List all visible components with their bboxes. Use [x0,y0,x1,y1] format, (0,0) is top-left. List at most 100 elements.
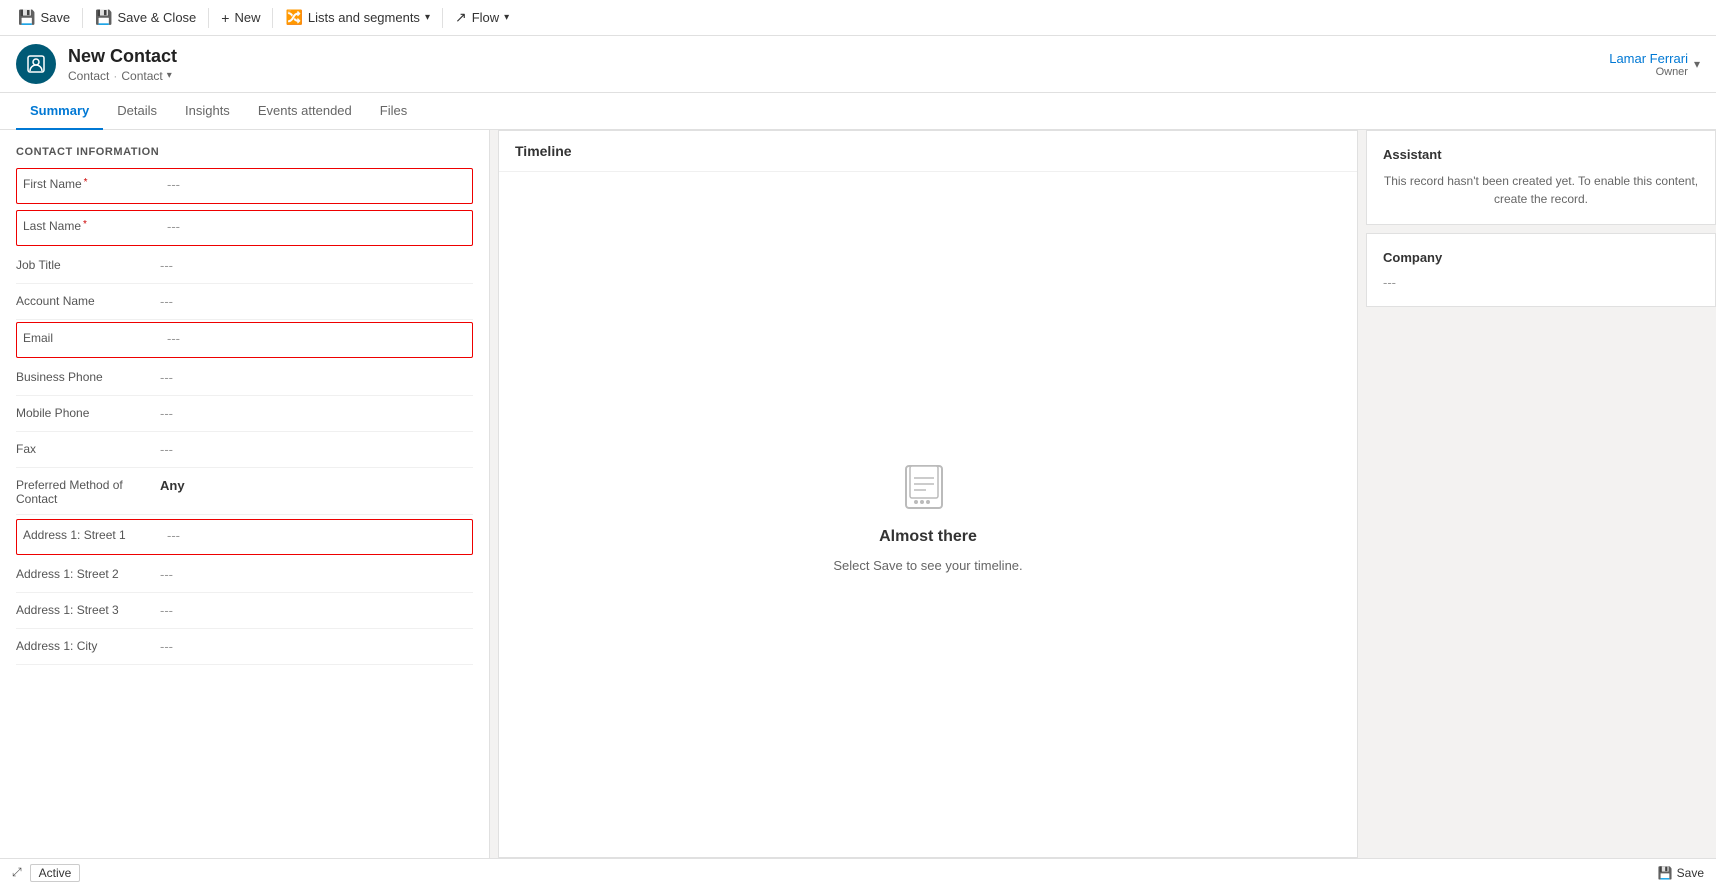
owner-name[interactable]: Lamar Ferrari [1609,51,1688,66]
company-card: Company --- [1366,233,1716,307]
lists-segments-button[interactable]: 🔀 Lists and segments ▾ [275,0,439,35]
company-title: Company [1383,250,1699,265]
contact-info-section-title: CONTACT INFORMATION [16,146,473,158]
right-panel: Assistant This record hasn't been create… [1366,130,1716,858]
status-save-icon: 💾 [1658,866,1673,880]
field-value-first-name[interactable]: --- [163,175,466,194]
tab-insights[interactable]: Insights [171,93,244,130]
breadcrumb-chevron-icon[interactable]: ▾ [167,70,172,81]
tab-files[interactable]: Files [366,93,421,130]
required-star-last-name: * [83,219,87,230]
field-row-job-title[interactable]: Job Title --- [16,248,473,284]
field-row-fax[interactable]: Fax --- [16,432,473,468]
field-label-address-street2: Address 1: Street 2 [16,565,156,581]
field-label-address-city: Address 1: City [16,637,156,653]
field-row-last-name[interactable]: Last Name * --- [16,210,473,246]
status-left: ⤢ Active [12,864,80,882]
field-value-job-title[interactable]: --- [156,256,473,275]
save-button[interactable]: 💾 Save [8,0,80,35]
field-label-preferred-contact: Preferred Method of Contact [16,476,156,506]
status-bar: ⤢ Active 💾 Save [0,858,1716,886]
required-star-first-name: * [84,177,88,188]
field-row-address-street3[interactable]: Address 1: Street 3 --- [16,593,473,629]
contact-icon-svg [25,53,47,75]
assistant-card: Assistant This record hasn't been create… [1366,130,1716,225]
field-value-preferred-contact[interactable]: Any [156,476,473,495]
field-value-address-street1[interactable]: --- [163,526,466,545]
divider1 [82,8,83,28]
field-row-address-city[interactable]: Address 1: City --- [16,629,473,665]
field-value-fax[interactable]: --- [156,440,473,459]
record-title: New Contact [68,46,1609,67]
tabs-bar: Summary Details Insights Events attended… [0,93,1716,130]
field-label-first-name: First Name * [23,175,163,191]
field-label-mobile-phone: Mobile Phone [16,404,156,420]
lists-label: Lists and segments [308,10,420,25]
toolbar: 💾 Save 💾 Save & Close + New 🔀 Lists and … [0,0,1716,36]
field-value-address-street3[interactable]: --- [156,601,473,620]
field-row-address-street1[interactable]: Address 1: Street 1 --- [16,519,473,555]
flow-chevron-icon: ▾ [504,12,509,23]
field-row-business-phone[interactable]: Business Phone --- [16,360,473,396]
field-label-address-street1: Address 1: Street 1 [23,526,163,542]
field-value-address-street2[interactable]: --- [156,565,473,584]
save-icon: 💾 [18,9,35,26]
record-header: New Contact Contact · Contact ▾ Lamar Fe… [0,36,1716,93]
tab-summary[interactable]: Summary [16,93,103,130]
field-row-email[interactable]: Email --- [16,322,473,358]
status-badge[interactable]: Active [30,864,81,882]
field-value-account-name[interactable]: --- [156,292,473,311]
divider3 [272,8,273,28]
timeline-panel: Timeline Almost there Select Save to see… [498,130,1358,858]
field-label-email: Email [23,329,163,345]
field-value-mobile-phone[interactable]: --- [156,404,473,423]
plus-icon: + [221,10,229,26]
status-expand-icon[interactable]: ⤢ [12,865,22,880]
new-button[interactable]: + New [211,0,270,35]
assistant-title: Assistant [1383,147,1699,162]
owner-label: Owner [1609,66,1688,78]
field-value-address-city[interactable]: --- [156,637,473,656]
divider2 [208,8,209,28]
tab-events-attended[interactable]: Events attended [244,93,366,130]
timeline-empty-title: Almost there [879,528,977,546]
assistant-text: This record hasn't been created yet. To … [1383,172,1699,208]
company-value[interactable]: --- [1383,275,1699,290]
owner-chevron-icon[interactable]: ▾ [1694,57,1700,71]
divider4 [442,8,443,28]
field-value-business-phone[interactable]: --- [156,368,473,387]
save-label: Save [40,10,70,25]
breadcrumb-contact1[interactable]: Contact [68,69,109,83]
timeline-empty-subtitle: Select Save to see your timeline. [833,558,1022,573]
timeline-empty-state: Almost there Select Save to see your tim… [499,172,1357,857]
save-close-icon: 💾 [95,9,112,26]
flow-label: Flow [472,10,499,25]
record-icon [16,44,56,84]
field-row-first-name[interactable]: First Name * --- [16,168,473,204]
field-label-business-phone: Business Phone [16,368,156,384]
tab-details[interactable]: Details [103,93,171,130]
field-label-job-title: Job Title [16,256,156,272]
field-row-mobile-phone[interactable]: Mobile Phone --- [16,396,473,432]
field-label-address-street3: Address 1: Street 3 [16,601,156,617]
flow-button[interactable]: ↗ Flow ▾ [445,0,519,35]
field-value-email[interactable]: --- [163,329,466,348]
lists-icon: 🔀 [285,9,302,26]
timeline-empty-icon [898,456,958,516]
status-save-label: Save [1677,866,1704,880]
flow-icon: ↗ [455,9,467,26]
status-save-button[interactable]: 💾 Save [1658,866,1704,880]
new-label: New [234,10,260,25]
field-row-preferred-contact[interactable]: Preferred Method of Contact Any [16,468,473,515]
contact-info-panel: CONTACT INFORMATION First Name * --- Las… [0,130,490,858]
field-value-last-name[interactable]: --- [163,217,466,236]
field-row-account-name[interactable]: Account Name --- [16,284,473,320]
record-title-area: New Contact Contact · Contact ▾ [68,46,1609,83]
main-content: CONTACT INFORMATION First Name * --- Las… [0,130,1716,858]
timeline-title: Timeline [499,131,1357,172]
lists-chevron-icon: ▾ [425,12,430,23]
breadcrumb-contact2[interactable]: Contact [121,69,162,83]
save-close-button[interactable]: 💾 Save & Close [85,0,206,35]
field-row-address-street2[interactable]: Address 1: Street 2 --- [16,557,473,593]
field-label-last-name: Last Name * [23,217,163,233]
